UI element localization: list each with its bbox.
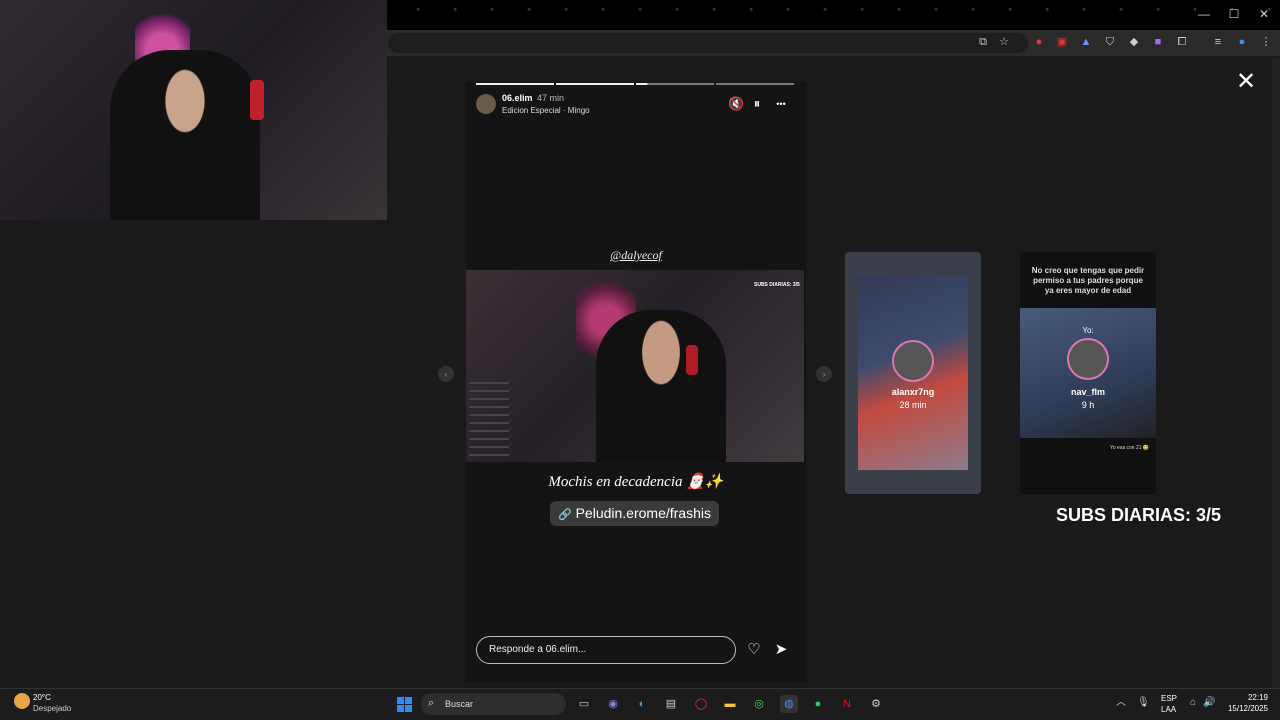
progress-segment [476, 83, 554, 85]
previous-story-button[interactable]: ‹ [438, 366, 454, 382]
window-close-icon[interactable]: ✕ [1256, 6, 1272, 22]
spotify-icon[interactable]: ● [809, 695, 827, 713]
link-text: Peludin.erome/frashis [575, 505, 711, 521]
scrollbar[interactable] [1272, 58, 1280, 688]
avatar [1067, 338, 1109, 380]
progress-segment [556, 83, 634, 85]
weather-moon-icon[interactable] [14, 693, 30, 709]
story-preview-card[interactable]: No creo que tengas que pedir permiso a t… [1020, 252, 1156, 494]
reply-input[interactable]: Responde a 06.elim... [476, 636, 736, 664]
preview-time: 9 h [1081, 400, 1095, 410]
extension-icon-6[interactable]: ■ [1151, 35, 1165, 49]
extension-icon-5[interactable]: ◆ [1127, 35, 1141, 49]
tray-chevron-icon[interactable]: ︿ [1115, 697, 1127, 709]
microphone-icon[interactable]: 🎙 [1137, 697, 1150, 709]
discord-icon[interactable]: ◉ [604, 695, 622, 713]
settings-icon[interactable]: ⚙ [867, 695, 885, 713]
maximize-icon[interactable]: ☐ [1226, 6, 1242, 22]
subs-overlay-label: SUBS DIARIAS: 3/5 [1056, 505, 1222, 525]
streamer-figure [110, 50, 260, 220]
progress-segment-active [636, 83, 714, 85]
network-icon[interactable]: ⌂ [1187, 697, 1199, 709]
heart-icon[interactable]: ♡ [745, 641, 763, 659]
chrome-icon[interactable]: ◍ [780, 695, 798, 713]
microphone [686, 345, 698, 375]
tray-layout[interactable]: LAA [1161, 705, 1176, 714]
tray-language[interactable]: ESP [1161, 694, 1177, 703]
preview-time: 28 min [899, 400, 927, 410]
story-music[interactable]: Edicion Especial · Mingo [502, 106, 590, 115]
install-app-icon[interactable]: ⧉ [976, 35, 990, 49]
story-preview-card[interactable]: alanxr7ng 28 min [845, 252, 981, 494]
streamer-figure [596, 310, 726, 462]
address-bar[interactable] [388, 33, 1028, 53]
preview-text: No creo que tengas que pedir permiso a t… [1031, 266, 1145, 295]
extension-icon-2[interactable]: ▣ [1055, 35, 1069, 49]
windows-start-icon[interactable] [397, 697, 412, 712]
whatsapp-icon[interactable]: ◎ [750, 695, 768, 713]
opera-icon[interactable]: ◯ [692, 695, 710, 713]
mute-icon[interactable]: 🔇 [728, 96, 744, 112]
pause-icon[interactable]: ⏸ [749, 96, 765, 112]
next-story-button[interactable]: › [816, 366, 832, 382]
webcam-overlay [0, 0, 387, 220]
netflix-icon[interactable]: N [838, 695, 856, 713]
weather-description[interactable]: Despejado [33, 704, 71, 713]
avatar[interactable] [476, 94, 496, 114]
link-icon: 🔗 [558, 509, 572, 521]
store-icon[interactable]: ▤ [662, 695, 680, 713]
extensions-puzzle-icon[interactable]: ⧠ [1175, 35, 1189, 49]
search-label: Buscar [445, 699, 474, 709]
extension-icon-1[interactable]: ● [1032, 35, 1046, 49]
task-view-icon[interactable]: ▭ [575, 695, 593, 713]
inner-subs-label: SUBS DIARIAS: 3/5 [754, 282, 800, 288]
clock-date[interactable]: 15/12/2025 [1218, 704, 1268, 713]
menu-kebab-icon[interactable]: ⋮ [1259, 35, 1273, 49]
extension-icon-3[interactable]: ▲ [1079, 35, 1093, 49]
story-time: 47 min [537, 93, 565, 103]
volume-icon[interactable]: 🔊 [1203, 697, 1215, 709]
preview-username: nav_flm [1070, 387, 1105, 397]
edge-icon[interactable]: ◐ [633, 695, 651, 713]
story-caption: Mochis en decadencia 🎅🏻✨ [548, 474, 724, 490]
extension-shield-icon[interactable]: ⛉ [1103, 35, 1117, 49]
link-sticker[interactable]: 🔗 Peludin.erome/frashis [550, 501, 719, 526]
file-explorer-icon[interactable]: ▬ [721, 695, 739, 713]
clock-time[interactable]: 22:19 [1226, 693, 1268, 702]
weather-temperature[interactable]: 20°C [33, 693, 51, 702]
preview-footer: Yo esa con 21 😊 [1110, 445, 1150, 451]
story-username[interactable]: 06.elim [502, 93, 533, 103]
microphone [250, 80, 264, 120]
media-control-icon[interactable]: ≡ [1211, 35, 1225, 49]
search-icon: ⌕ [428, 697, 435, 709]
send-icon[interactable]: ➤ [772, 641, 790, 659]
bookmark-star-icon[interactable]: ☆ [997, 35, 1011, 49]
avatar [892, 340, 934, 382]
profile-avatar-icon[interactable]: ● [1235, 35, 1249, 49]
preview-username: alanxr7ng [891, 387, 935, 397]
inner-chat-overlay [469, 382, 509, 457]
more-options-icon[interactable]: ••• [773, 96, 789, 112]
story-video-frame: SUBS DIARIAS: 3/5 [466, 270, 804, 462]
story-mention[interactable]: @dalyecof [466, 248, 806, 263]
close-icon[interactable]: ✕ [1236, 70, 1256, 94]
minimize-icon[interactable]: — [1196, 6, 1212, 22]
progress-segment [716, 83, 794, 85]
taskbar-search[interactable] [421, 693, 566, 715]
preview-yo: Yo: [1082, 326, 1094, 335]
